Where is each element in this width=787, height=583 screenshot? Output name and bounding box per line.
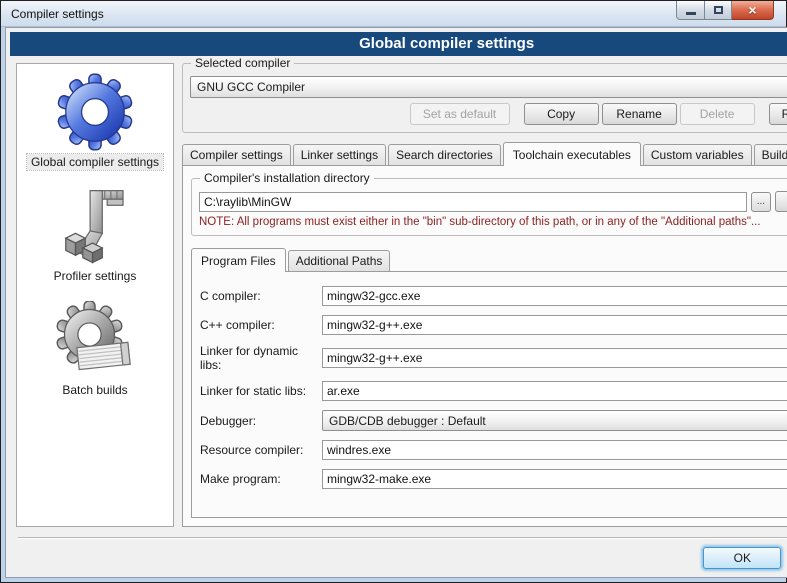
title-bar[interactable]: Compiler settings ×: [1, 1, 786, 27]
content-row: Global compiler settings: [9, 56, 787, 531]
tab-toolchain-executables[interactable]: Toolchain executables: [503, 142, 641, 166]
blue-gear-icon: [55, 72, 135, 152]
sidebar-item-label: Batch builds: [58, 382, 131, 398]
minimize-button[interactable]: [676, 1, 705, 20]
tab-custom-variables[interactable]: Custom variables: [643, 144, 752, 165]
window-frame: Global compiler settings: [1, 27, 786, 582]
field-label: Linker for static libs:: [200, 384, 322, 398]
dialog-client-area: Global compiler settings: [5, 27, 787, 578]
field-row-make-program: Make program: ...: [200, 469, 787, 489]
group-label: Selected compiler: [191, 56, 294, 70]
gear-stack-icon: [55, 300, 135, 380]
tab-linker-settings[interactable]: Linker settings: [293, 144, 386, 165]
field-row-cpp-compiler: C++ compiler: ...: [200, 315, 787, 335]
field-label: C compiler:: [200, 289, 322, 303]
subtab-program-files[interactable]: Program Files: [191, 248, 286, 272]
subtab-additional-paths[interactable]: Additional Paths: [288, 250, 391, 271]
sidebar-item-profiler-settings[interactable]: Profiler settings: [50, 186, 141, 284]
window-title: Compiler settings: [11, 7, 104, 21]
minimize-icon: [686, 12, 696, 15]
c-compiler-input[interactable]: [322, 286, 787, 306]
installation-directory-row: ... Auto-detect: [199, 191, 787, 212]
compiler-buttons-row: Set as default Copy Rename Delete Reset …: [190, 103, 787, 125]
field-label: Make program:: [200, 472, 322, 486]
field-label: Debugger:: [200, 414, 322, 428]
browse-directory-button[interactable]: ...: [751, 192, 771, 212]
field-label: C++ compiler:: [200, 318, 322, 332]
group-label: Compiler's installation directory: [200, 171, 374, 185]
linker-static-input[interactable]: [322, 381, 787, 401]
delete-button[interactable]: Delete: [680, 103, 755, 125]
close-button[interactable]: ×: [732, 1, 774, 20]
sidebar-item-label: Global compiler settings: [27, 154, 163, 170]
settings-sidebar: Global compiler settings: [16, 63, 174, 527]
field-label: Linker for dynamic libs:: [200, 344, 322, 372]
debugger-select[interactable]: GDB/CDB debugger : Default: [322, 410, 787, 431]
installation-directory-group: Compiler's installation directory ... Au…: [191, 178, 787, 236]
close-icon: ×: [748, 3, 756, 17]
field-row-debugger: Debugger: GDB/CDB debugger : Default: [200, 410, 787, 431]
compiler-settings-dialog: Compiler settings × Global compiler sett…: [0, 0, 787, 583]
bin-subdirectory-note: NOTE: All programs must exist either in …: [199, 216, 787, 228]
maximize-button[interactable]: [705, 1, 732, 20]
installation-directory-input[interactable]: [199, 192, 747, 212]
sidebar-item-label: Profiler settings: [50, 268, 141, 284]
caption-buttons: ×: [676, 1, 774, 20]
settings-tab-strip: Compiler settings Linker settings Search…: [182, 142, 787, 165]
linker-dynamic-input[interactable]: [322, 348, 787, 368]
caliper-icon: [55, 186, 135, 266]
reset-defaults-button[interactable]: Reset defaults: [769, 103, 787, 125]
main-settings-area: Selected compiler GNU GCC Compiler Set a…: [182, 63, 787, 527]
maximize-icon: [714, 6, 723, 14]
toolchain-executables-panel: Compiler's installation directory ... Au…: [182, 165, 787, 527]
footer-separator: [18, 537, 787, 539]
resource-compiler-input[interactable]: [322, 440, 787, 460]
page-title: Global compiler settings: [10, 32, 787, 56]
compiler-select[interactable]: GNU GCC Compiler: [190, 76, 787, 98]
tab-search-directories[interactable]: Search directories: [388, 144, 501, 165]
field-row-linker-static: Linker for static libs: ...: [200, 381, 787, 401]
sidebar-item-batch-builds[interactable]: Batch builds: [55, 300, 135, 398]
dialog-footer: OK Cancel: [9, 531, 787, 571]
make-program-input[interactable]: [322, 469, 787, 489]
auto-detect-button[interactable]: Auto-detect: [775, 191, 787, 212]
field-label: Resource compiler:: [200, 443, 322, 457]
ok-button[interactable]: OK: [703, 547, 781, 569]
field-row-linker-dynamic: Linker for dynamic libs: ...: [200, 344, 787, 372]
programs-subtab-strip: Program Files Additional Paths: [191, 248, 787, 271]
sidebar-item-global-compiler-settings[interactable]: Global compiler settings: [27, 72, 163, 170]
tab-compiler-settings[interactable]: Compiler settings: [182, 144, 291, 165]
field-row-resource-compiler: Resource compiler: ...: [200, 440, 787, 460]
tab-build-options[interactable]: Build options: [754, 144, 787, 165]
set-as-default-button[interactable]: Set as default: [410, 103, 510, 125]
cpp-compiler-input[interactable]: [322, 315, 787, 335]
copy-button[interactable]: Copy: [524, 103, 599, 125]
selected-compiler-group: Selected compiler GNU GCC Compiler Set a…: [182, 63, 787, 133]
field-row-c-compiler: C compiler: ...: [200, 286, 787, 306]
rename-button[interactable]: Rename: [602, 103, 677, 125]
program-files-panel: C compiler: ... C++ compiler:: [191, 271, 787, 518]
